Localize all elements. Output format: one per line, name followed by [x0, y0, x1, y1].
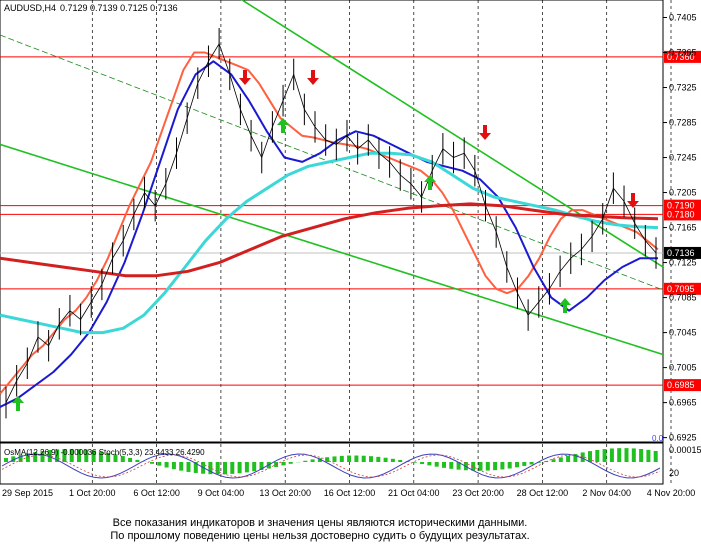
- osma-bar: [347, 455, 352, 462]
- osma-bar: [215, 462, 220, 475]
- x-axis: 29 Sep 2015 1 Oct 20:00 6 Oct 12:00 9 Oct 0…: [2, 488, 695, 498]
- chart-header: AUDUSD,H4 0.7129 0.7139 0.7125 0.7136: [4, 3, 178, 13]
- osma-bar: [558, 457, 563, 462]
- osma-bar: [157, 462, 162, 466]
- osma-bar: [376, 456, 381, 462]
- y-tick-label: 0.7005: [669, 363, 697, 373]
- osma-bar: [646, 449, 651, 462]
- osma-bar: [485, 462, 490, 471]
- osma-bar: [186, 462, 191, 472]
- osma-bar: [515, 462, 519, 468]
- x-tick-label: 4 Nov 20:00: [647, 488, 696, 498]
- x-tick-label: 6 Oct 12:00: [133, 488, 180, 498]
- osma-bar: [434, 462, 439, 467]
- x-tick-label: 9 Oct 04:00: [198, 488, 245, 498]
- x-tick-label: 28 Oct 12:00: [517, 488, 569, 498]
- y-tick-label: 0.6965: [669, 398, 697, 408]
- osma-bar: [150, 462, 154, 464]
- osma-bar: [551, 459, 556, 462]
- osma-bar: [653, 450, 658, 462]
- osma-bar: [639, 448, 644, 462]
- osma-bar: [631, 448, 636, 462]
- disclaimer-line-1: Все показания индикаторов и значения цен…: [112, 517, 528, 529]
- osma-bar: [617, 448, 622, 462]
- oscillator-bottom-label: 0.0: [652, 434, 664, 443]
- osma-bar: [4, 458, 8, 462]
- osma-bar: [442, 462, 446, 468]
- osma-bar: [332, 456, 337, 462]
- x-tick-label: 23 Oct 20:00: [452, 488, 504, 498]
- y-tick-label: 0.7365: [669, 48, 697, 58]
- osma-bar: [128, 457, 133, 462]
- osma-bar: [237, 462, 242, 474]
- y-tick-label: 0.7325: [669, 83, 697, 93]
- current-price-label: 0.7136: [667, 248, 695, 258]
- oscillator-label: OsMA(12,26,9) -0.000036 Stoch(5,3,3) 23.…: [4, 448, 205, 457]
- y-tick-label: 0.7165: [669, 223, 697, 233]
- osma-bar: [449, 462, 454, 469]
- osma-bar: [390, 458, 395, 462]
- y-tick-label: 0.7245: [669, 153, 697, 163]
- osma-bar: [361, 455, 366, 462]
- osma-bar: [288, 462, 293, 464]
- osma-bar: [624, 448, 629, 462]
- osma-bar: [609, 448, 614, 462]
- osma-bar: [398, 459, 403, 462]
- osma-bar: [493, 462, 498, 471]
- osc-tick-label: 20: [669, 468, 679, 478]
- osma-bar: [171, 462, 176, 470]
- osma-bar: [420, 462, 425, 465]
- y-axis: 0.7405 0.7365 0.7325 0.7285 0.7245 0.7205 0.71…: [663, 13, 701, 478]
- level-label: 0.6985: [667, 380, 695, 390]
- y-tick-label: 0.7405: [669, 13, 697, 23]
- x-tick-label: 16 Oct 12:00: [324, 488, 376, 498]
- osma-bar: [507, 462, 512, 469]
- osma-bar: [303, 460, 308, 462]
- osma-bar: [339, 455, 344, 462]
- osma-bar: [281, 462, 286, 466]
- x-tick-label: 1 Oct 20:00: [69, 488, 116, 498]
- osma-bar: [230, 462, 235, 474]
- osma-bar: [223, 462, 227, 475]
- osma-bar: [427, 462, 432, 466]
- y-tick-label: 0.7045: [669, 328, 697, 338]
- ohlc-label: 0.7129 0.7139 0.7125 0.7136: [60, 3, 178, 13]
- osma-bar: [164, 462, 169, 468]
- y-tick-label: 0.6925: [669, 433, 697, 443]
- osma-bar: [369, 456, 373, 462]
- osma-bar: [522, 462, 527, 466]
- osma-bar: [252, 462, 257, 472]
- osma-bar: [354, 455, 359, 462]
- osma-bar: [244, 462, 249, 473]
- disclaimer-line-2: По прошлому поведению цены нельзя достов…: [110, 530, 530, 542]
- y-tick-label: 0.7125: [669, 258, 697, 268]
- x-tick-label: 29 Sep 2015: [2, 488, 53, 498]
- x-tick-label: 13 Oct 20:00: [259, 488, 311, 498]
- y-tick-label: 0.7285: [669, 118, 697, 128]
- y-tick-label: 0.7205: [669, 188, 697, 198]
- osma-bar: [595, 449, 600, 462]
- osma-bar: [179, 462, 184, 471]
- osma-bar: [500, 462, 505, 470]
- osma-bar: [566, 455, 571, 462]
- y-tick-label: 0.7085: [669, 293, 697, 303]
- osma-bar: [529, 462, 534, 465]
- osc-tick-label: 0.000153: [669, 445, 701, 455]
- osma-bar: [588, 451, 592, 462]
- osma-bar: [135, 459, 140, 462]
- level-label: 0.7180: [667, 209, 695, 219]
- symbol-label: AUDUSD,H4: [4, 3, 56, 13]
- osma-bar: [602, 449, 607, 462]
- x-tick-label: 2 Nov 04:00: [582, 488, 631, 498]
- osma-bar: [310, 459, 315, 462]
- price-chart: 0.73600.71900.71800.70950.69850.7136 0.7…: [0, 0, 701, 498]
- x-tick-label: 21 Oct 04:00: [388, 488, 440, 498]
- osma-bar: [383, 457, 388, 462]
- osma-bar: [412, 462, 417, 463]
